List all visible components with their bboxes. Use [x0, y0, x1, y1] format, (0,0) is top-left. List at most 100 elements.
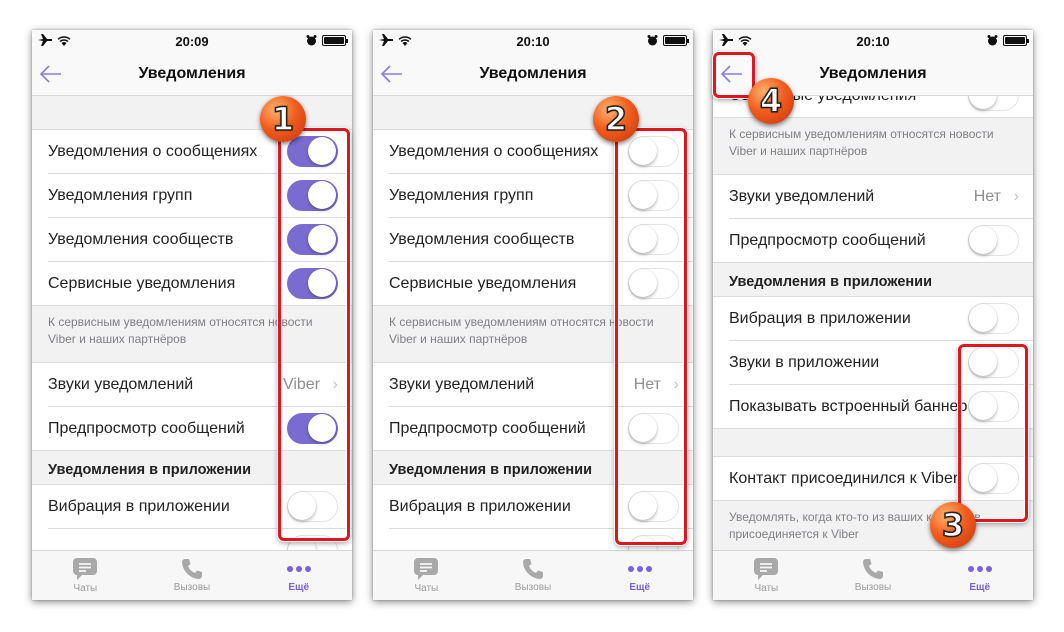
step-badge-4: 4: [748, 78, 794, 124]
tab-chats[interactable]: Чаты: [373, 551, 480, 600]
chat-bubble-icon: [414, 558, 439, 580]
tab-label: Ещё: [629, 582, 651, 593]
toggle-in-app-vibration[interactable]: [968, 303, 1019, 334]
back-button[interactable]: [719, 61, 745, 87]
setting-row-notification-sounds[interactable]: Звуки уведомлений Нет ›: [713, 175, 1033, 219]
group-spacer: [373, 96, 693, 130]
chevron-right-icon: ›: [1013, 188, 1019, 205]
setting-row-notification-sounds[interactable]: Звуки уведомлений Нет ›: [373, 363, 693, 407]
wifi-icon: [57, 35, 71, 46]
toggle-message-preview[interactable]: [968, 225, 1019, 256]
toggle-group-notifications[interactable]: [628, 180, 679, 211]
settings-list[interactable]: Уведомления о сообщениях Уведомления гру…: [32, 96, 352, 550]
nav-bar: Уведомления: [373, 52, 693, 96]
toggle-in-app-vibration[interactable]: [628, 491, 679, 522]
settings-list[interactable]: Сервисные уведомления К сервисным уведом…: [713, 96, 1033, 550]
airplane-icon: [379, 34, 393, 46]
tab-label: Ещё: [288, 582, 310, 593]
tab-label: Вызовы: [854, 582, 892, 593]
more-dots-icon: [286, 566, 311, 572]
tab-calls[interactable]: Вызовы: [139, 551, 246, 600]
tab-bar: Чаты Вызовы Ещё: [713, 550, 1033, 600]
setting-label: Звуки в приложении: [729, 354, 880, 371]
setting-row-message-preview: Предпросмотр сообщений: [32, 407, 352, 451]
setting-label: Уведомления сообществ: [48, 231, 234, 248]
wifi-icon: [738, 35, 752, 46]
section-header-in-app: Уведомления в приложении: [713, 263, 1033, 297]
back-button[interactable]: [379, 61, 405, 87]
toggle-group-notifications[interactable]: [287, 180, 338, 211]
setting-label: Показывать встроенный баннер: [729, 398, 968, 415]
tab-calls[interactable]: Вызовы: [480, 551, 587, 600]
setting-label: Уведомления групп: [48, 187, 193, 204]
tab-bar: Чаты Вызовы Ещё: [373, 550, 693, 600]
setting-row-notification-sounds[interactable]: Звуки уведомлений Viber ›: [32, 363, 352, 407]
settings-list[interactable]: Уведомления о сообщениях Уведомления гру…: [373, 96, 693, 550]
toggle-service-notifications[interactable]: [968, 96, 1019, 111]
toggle-message-preview[interactable]: [287, 413, 338, 444]
tab-chats[interactable]: Чаты: [32, 551, 139, 600]
service-note: К сервисным уведомлениям относятся новос…: [373, 306, 693, 363]
setting-row-group-notifications: Уведомления групп: [373, 174, 693, 218]
step-badge-2: 2: [593, 96, 639, 142]
tab-label: Вызовы: [514, 582, 552, 593]
tab-calls[interactable]: Вызовы: [820, 551, 927, 600]
chat-bubble-icon: [73, 558, 98, 580]
group-spacer: [713, 429, 1033, 457]
service-note: К сервисным уведомлениям относятся новос…: [713, 118, 1033, 175]
phone-icon: [523, 559, 543, 579]
airplane-icon: [719, 34, 733, 46]
chat-bubble-icon: [754, 558, 779, 580]
toggle-message-notifications[interactable]: [628, 136, 679, 167]
phone-icon: [182, 559, 202, 579]
toggle-message-preview[interactable]: [628, 413, 679, 444]
phone-screen-2: 20:10 Уведомления Уведомления о сообщени…: [373, 30, 693, 600]
toggle-contact-joined[interactable]: [968, 463, 1019, 494]
toggle-in-app-banner[interactable]: [968, 391, 1019, 422]
tab-label: Ещё: [969, 582, 991, 593]
setting-row-in-app-vibration: Вибрация в приложении: [32, 485, 352, 529]
toggle-partial[interactable]: [287, 535, 338, 550]
toggle-service-notifications[interactable]: [628, 268, 679, 299]
toggle-community-notifications[interactable]: [628, 224, 679, 255]
alarm-icon: [306, 35, 317, 46]
setting-row-service-notifications: Сервисные уведомления: [373, 262, 693, 306]
alarm-icon: [647, 35, 658, 46]
setting-row-in-app-banner: Показывать встроенный баннер: [713, 385, 1033, 429]
setting-label: Предпросмотр сообщений: [729, 232, 926, 249]
setting-label: Уведомления сообществ: [389, 231, 575, 248]
page-title: Уведомления: [819, 64, 927, 82]
sound-value: Нет: [633, 376, 661, 393]
toggle-in-app-vibration[interactable]: [287, 491, 338, 522]
setting-row-community-notifications: Уведомления сообществ: [373, 218, 693, 262]
tab-more[interactable]: Ещё: [926, 551, 1033, 600]
toggle-in-app-sounds[interactable]: [968, 347, 1019, 378]
setting-label: Контакт присоединился к Viber: [729, 470, 959, 487]
setting-row-in-app-vibration: Вибрация в приложении: [373, 485, 693, 529]
tab-chats[interactable]: Чаты: [713, 551, 820, 600]
setting-row-message-notifications: Уведомления о сообщениях: [32, 130, 352, 174]
back-button[interactable]: [38, 61, 64, 87]
battery-icon: [1003, 35, 1029, 46]
setting-row-group-notifications: Уведомления групп: [32, 174, 352, 218]
tab-more[interactable]: Ещё: [586, 551, 693, 600]
setting-label: Вибрация в приложении: [729, 310, 911, 327]
tab-more[interactable]: Ещё: [245, 551, 352, 600]
sound-value: Viber: [282, 376, 320, 393]
airplane-icon: [38, 34, 52, 46]
setting-label: Сервисные уведомления: [389, 275, 577, 292]
tab-label: Чаты: [754, 583, 779, 594]
setting-row-partial: [373, 529, 693, 550]
setting-label: Сервисные уведомления: [48, 275, 236, 292]
setting-row-partial: [32, 529, 352, 550]
toggle-community-notifications[interactable]: [287, 224, 338, 255]
setting-label: Вибрация в приложении: [389, 498, 571, 515]
setting-label: Звуки уведомлений: [48, 376, 194, 393]
toggle-service-notifications[interactable]: [287, 268, 338, 299]
toggle-message-notifications[interactable]: [287, 136, 338, 167]
phone-icon: [863, 559, 883, 579]
more-dots-icon: [967, 566, 992, 572]
arrow-left-icon: [39, 65, 61, 83]
toggle-partial[interactable]: [628, 535, 679, 550]
status-time: 20:10: [516, 33, 550, 49]
